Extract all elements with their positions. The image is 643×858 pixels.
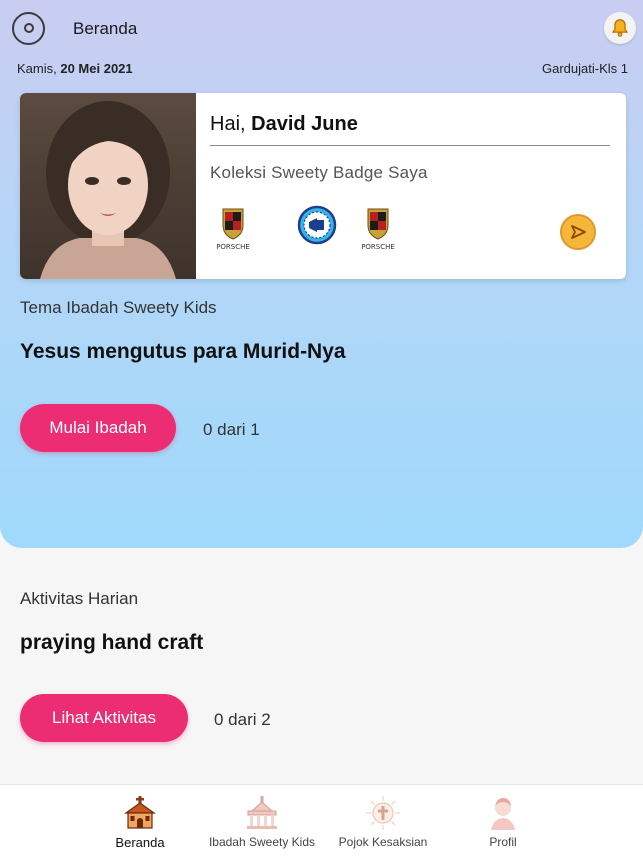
badge-collection-title: Koleksi Sweety Badge Saya [210,163,428,182]
porsche-crest-badge-icon[interactable]: PORSCHE [355,205,401,251]
daily-activity-title: praying hand craft [20,631,204,654]
worship-theme-title: Yesus mengutus para Murid-Nya [20,340,346,363]
profile-card: Hai, David June Koleksi Sweety Badge Say… [20,93,626,279]
send-arrow-icon [571,225,586,239]
nav-item-profil[interactable]: Profil [433,795,573,855]
date-day: Kamis, [17,61,57,76]
temple-icon [244,795,280,831]
worship-theme-label: Tema Ibadah Sweety Kids [20,298,217,317]
svg-text:PORSCHE: PORSCHE [216,243,250,251]
porsche-crest-badge-icon[interactable]: PORSCHE [210,205,256,251]
class-location: Gardujati-Kls 1 [542,61,628,76]
bell-icon [611,19,629,37]
notification-button[interactable] [604,12,636,44]
badge-list: PORSCHE PORSCHE [210,205,610,255]
view-activity-button[interactable]: Lihat Aktivitas [20,694,188,742]
date-value: 20 Mei 2021 [60,61,133,76]
church-icon [122,795,158,831]
user-name: David June [251,113,358,135]
nav-label: Ibadah Sweety Kids [208,835,316,849]
daily-activity-label: Aktivitas Harian [20,589,139,608]
start-worship-button[interactable]: Mulai Ibadah [20,404,176,452]
hero-panel: Beranda Kamis, 20 Mei 2021 Gardujati-Kls… [0,0,643,548]
activity-progress: 0 dari 2 [214,710,271,729]
nav-item-beranda[interactable]: Beranda [70,795,210,855]
bottom-navigation: Beranda Ibadah Sweety Kids Pojok Kesaksi… [0,784,643,858]
view-badges-button[interactable] [560,214,596,250]
megaphone-badge-icon[interactable] [294,205,340,251]
greeting: Hai, David June [210,113,358,136]
nav-label: Profil [489,835,517,849]
person-icon [485,795,521,831]
date-text: Kamis, 20 Mei 2021 [17,61,133,76]
record-icon [24,23,34,33]
nav-label: Beranda [115,835,165,850]
divider [210,145,610,146]
top-bar: Beranda [0,0,643,58]
greeting-prefix: Hai, [210,113,246,135]
avatar [20,93,196,279]
worship-progress: 0 dari 1 [203,420,260,439]
cross-sun-icon [365,795,401,831]
nav-label: Pojok Kesaksian [338,835,428,849]
page-title: Beranda [73,19,138,38]
nav-item-ibadah-sweety-kids[interactable]: Ibadah Sweety Kids [192,795,332,855]
menu-button[interactable] [12,12,45,45]
svg-text:PORSCHE: PORSCHE [361,243,395,251]
nav-item-pojok-kesaksian[interactable]: Pojok Kesaksian [313,795,453,855]
